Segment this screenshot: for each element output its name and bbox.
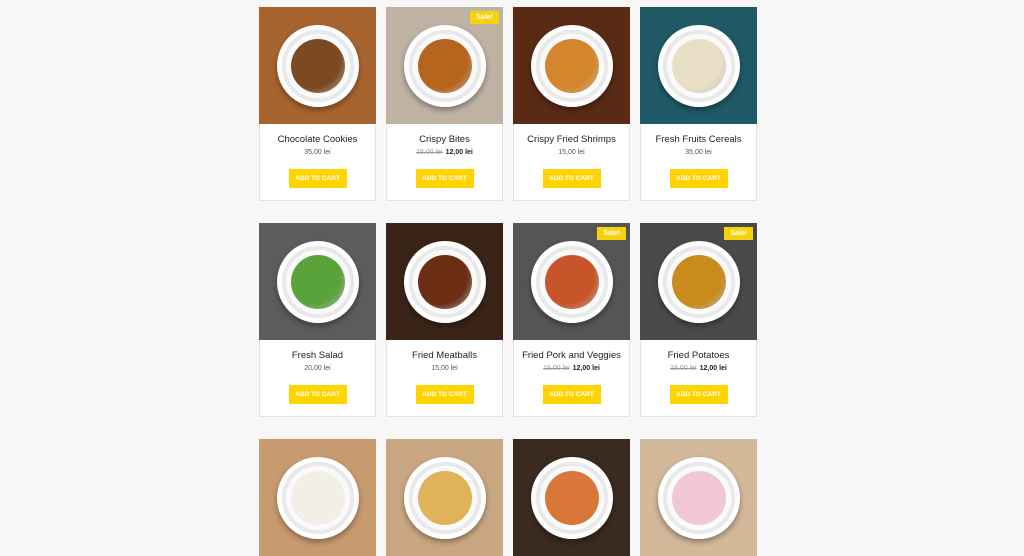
- sale-price: 12,00 lei: [699, 365, 727, 372]
- cookies-image[interactable]: [259, 7, 376, 124]
- product-card: [259, 439, 376, 556]
- current-price: 15,00 lei: [558, 149, 585, 156]
- product-price: 15,00 lei: [387, 365, 502, 375]
- current-price: 20,00 lei: [304, 365, 331, 372]
- product-card: Sale! Fried Potatoes 15,00 lei 12,00 lei ADD…: [640, 223, 757, 417]
- add-to-cart-button[interactable]: ADD TO CART: [288, 169, 347, 188]
- product-grid: Chocolate Cookies 35,00 lei ADD TO CART Sal…: [259, 7, 757, 556]
- product-card: Sale! Fried Pork and Veggies 15,00 lei 12,0…: [513, 223, 630, 417]
- pork-veggies-image[interactable]: Sale!: [513, 223, 630, 340]
- product-price: 35,00 lei: [260, 149, 375, 159]
- food-shape: [290, 254, 345, 309]
- sale-badge: Sale!: [724, 227, 753, 240]
- product-card: [513, 439, 630, 556]
- product-price: 15,00 lei 12,00 lei: [641, 365, 756, 375]
- add-to-cart-button[interactable]: ADD TO CART: [669, 385, 728, 404]
- product-name[interactable]: Fresh Fruits Cereals: [641, 134, 756, 146]
- pizza-image[interactable]: [513, 439, 630, 556]
- current-price: 15,00 lei: [431, 365, 458, 372]
- product-card: [386, 439, 503, 556]
- add-to-cart-button[interactable]: ADD TO CART: [288, 385, 347, 404]
- food-shape: [544, 254, 599, 309]
- add-to-cart-button[interactable]: ADD TO CART: [415, 169, 474, 188]
- sale-price: 12,00 lei: [572, 365, 600, 372]
- product-card: Fresh Salad 20,00 lei ADD TO CART: [259, 223, 376, 417]
- potatoes-image[interactable]: Sale!: [640, 223, 757, 340]
- meatballs-image[interactable]: [386, 223, 503, 340]
- sale-badge: Sale!: [470, 11, 499, 24]
- sale-badge: Sale!: [597, 227, 626, 240]
- food-shape: [671, 254, 726, 309]
- product-name[interactable]: Fried Potatoes: [641, 350, 756, 362]
- product-price: 20,00 lei: [260, 365, 375, 375]
- product-name[interactable]: Chocolate Cookies: [260, 134, 375, 146]
- current-price: 35,00 lei: [685, 149, 712, 156]
- cereals-image[interactable]: [640, 7, 757, 124]
- fruit-dessert-image[interactable]: [259, 439, 376, 556]
- salad-image[interactable]: [259, 223, 376, 340]
- shrimps-image[interactable]: [513, 7, 630, 124]
- product-price: 15,00 lei 12,00 lei: [514, 365, 629, 375]
- product-price: 15,00 lei: [514, 149, 629, 159]
- add-to-cart-button[interactable]: ADD TO CART: [542, 169, 601, 188]
- product-name[interactable]: Fresh Salad: [260, 350, 375, 362]
- old-price: 15,00 lei: [416, 149, 443, 156]
- product-price: 15,00 lei 12,00 lei: [387, 149, 502, 159]
- product-name[interactable]: Fried Pork and Veggies: [514, 350, 629, 362]
- add-to-cart-button[interactable]: ADD TO CART: [542, 385, 601, 404]
- product-card: Crispy Fried Shrimps 15,00 lei ADD TO CART: [513, 7, 630, 201]
- food-shape: [290, 38, 345, 93]
- crispy-bites-image[interactable]: Sale!: [386, 7, 503, 124]
- old-price: 15,00 lei: [670, 365, 697, 372]
- product-price: 35,00 lei: [641, 149, 756, 159]
- cake-image[interactable]: [640, 439, 757, 556]
- add-to-cart-button[interactable]: ADD TO CART: [669, 169, 728, 188]
- food-shape: [544, 38, 599, 93]
- product-card: Fresh Fruits Cereals 35,00 lei ADD TO CART: [640, 7, 757, 201]
- food-shape: [417, 254, 472, 309]
- old-price: 15,00 lei: [543, 365, 570, 372]
- product-card: Sale! Crispy Bites 15,00 lei 12,00 lei ADD T…: [386, 7, 503, 201]
- product-name[interactable]: Crispy Fried Shrimps: [514, 134, 629, 146]
- product-card: [640, 439, 757, 556]
- sale-price: 12,00 lei: [445, 149, 473, 156]
- current-price: 35,00 lei: [304, 149, 331, 156]
- add-to-cart-button[interactable]: ADD TO CART: [415, 385, 474, 404]
- product-card: Chocolate Cookies 35,00 lei ADD TO CART: [259, 7, 376, 201]
- product-card: Fried Meatballs 15,00 lei ADD TO CART: [386, 223, 503, 417]
- waffle-image[interactable]: [386, 439, 503, 556]
- product-name[interactable]: Fried Meatballs: [387, 350, 502, 362]
- food-shape: [417, 38, 472, 93]
- food-shape: [671, 38, 726, 93]
- product-name[interactable]: Crispy Bites: [387, 134, 502, 146]
